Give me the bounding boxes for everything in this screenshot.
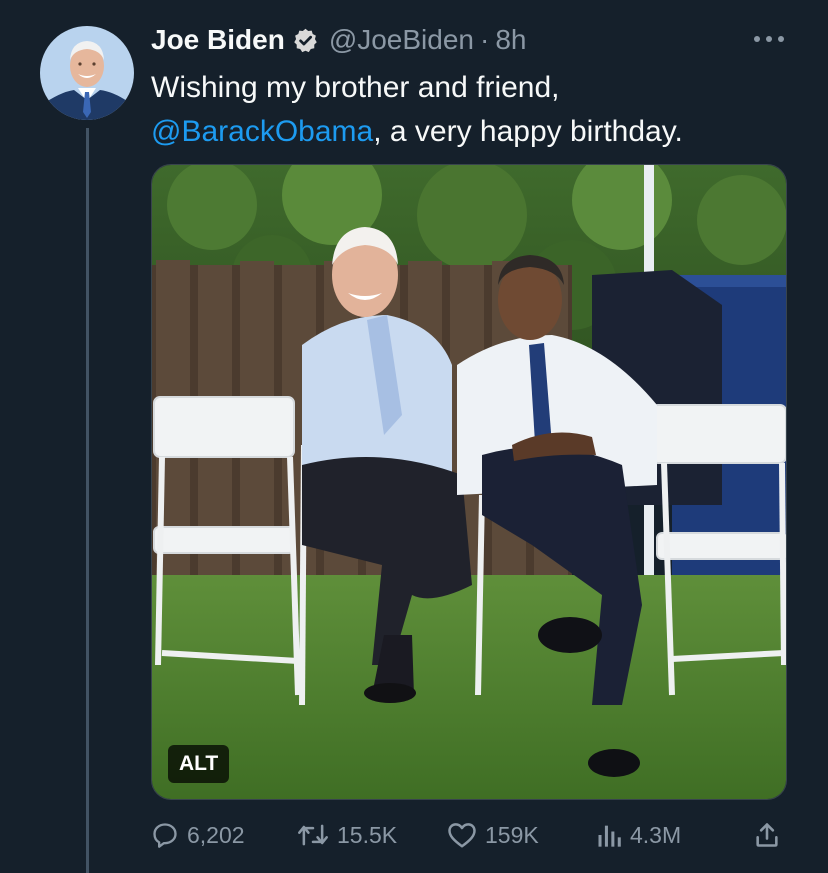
reply-button[interactable]: 6,202 xyxy=(151,812,245,858)
avatar-image xyxy=(40,26,134,120)
retweet-icon xyxy=(298,824,328,846)
action-bar: 6,202 15.5K 159K 4.3M xyxy=(151,812,791,858)
tweet-header: Joe Biden @JoeBiden · 8h xyxy=(151,22,526,58)
tweet-text-line-1: Wishing my brother and friend, xyxy=(151,71,560,104)
alt-text-badge[interactable]: ALT xyxy=(168,745,230,783)
author-name[interactable]: Joe Biden xyxy=(151,24,285,56)
tweet-text: Wishing my brother and friend, @BarackOb… xyxy=(151,66,791,154)
views-button[interactable]: 4.3M xyxy=(596,812,681,858)
photo-image xyxy=(152,165,786,799)
like-count: 159K xyxy=(485,821,539,848)
share-button[interactable] xyxy=(753,812,781,858)
reply-icon xyxy=(153,823,177,848)
tweet[interactable]: Joe Biden @JoeBiden · 8h Wishing my brot… xyxy=(0,0,828,873)
heart-icon xyxy=(448,823,476,848)
verified-badge-icon[interactable] xyxy=(292,27,319,54)
more-dots-icon[interactable] xyxy=(752,26,786,52)
thread-line xyxy=(86,128,89,873)
tweet-time[interactable]: 8h xyxy=(495,24,526,56)
share-icon xyxy=(756,823,778,847)
tweet-text-line-2: @BarackObama, a very happy birthday. xyxy=(151,110,791,154)
retweet-button[interactable]: 15.5K xyxy=(297,812,397,858)
tweet-text-rest: , a very happy birthday. xyxy=(373,115,683,148)
retweet-count: 15.5K xyxy=(337,821,398,848)
like-button[interactable]: 159K xyxy=(447,812,539,858)
analytics-icon xyxy=(598,825,621,847)
mention-link[interactable]: @BarackObama xyxy=(151,115,373,148)
avatar[interactable] xyxy=(40,26,134,120)
tweet-photo[interactable]: ALT xyxy=(151,164,787,800)
author-handle[interactable]: @JoeBiden xyxy=(329,24,474,56)
separator-dot: · xyxy=(480,24,490,55)
reply-count: 6,202 xyxy=(187,821,245,848)
view-count: 4.3M xyxy=(630,821,682,848)
